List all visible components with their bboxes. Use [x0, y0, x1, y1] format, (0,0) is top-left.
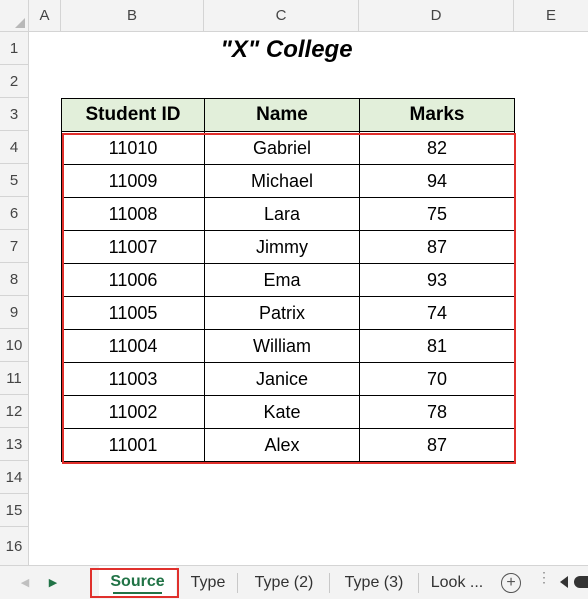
- plus-circle-icon[interactable]: +: [501, 573, 521, 593]
- row-header-6[interactable]: 6: [0, 197, 29, 230]
- cell-student-id[interactable]: 11010: [61, 131, 205, 165]
- tab-type-2[interactable]: Type (2): [238, 566, 330, 599]
- cell-marks[interactable]: 87: [359, 428, 515, 462]
- cell-student-id[interactable]: 11004: [61, 329, 205, 363]
- caret-right-icon[interactable]: ▶: [46, 575, 60, 589]
- data-table: Student ID Name Marks 11010 Gabriel 82 1…: [61, 98, 515, 462]
- tab-source[interactable]: Source: [99, 566, 176, 598]
- row-header-14[interactable]: 14: [0, 461, 29, 494]
- cell-marks[interactable]: 82: [359, 131, 515, 165]
- table-row: 11004 William 81: [61, 329, 515, 363]
- cell-student-id[interactable]: 11009: [61, 164, 205, 198]
- table-row: 11009 Michael 94: [61, 164, 515, 198]
- cell-name[interactable]: Lara: [204, 197, 360, 231]
- row-header-13[interactable]: 13: [0, 428, 29, 461]
- cell-student-id[interactable]: 11001: [61, 428, 205, 462]
- cell-marks[interactable]: 87: [359, 230, 515, 264]
- tab-type-3-label: Type (3): [344, 573, 404, 591]
- select-all-corner[interactable]: [0, 0, 29, 32]
- row-header-2[interactable]: 2: [0, 65, 29, 98]
- caret-left-icon[interactable]: ◀: [18, 575, 32, 589]
- table-row: 11007 Jimmy 87: [61, 230, 515, 264]
- row-header-3[interactable]: 3: [0, 98, 29, 131]
- table-row: 11006 Ema 93: [61, 263, 515, 297]
- spreadsheet-grid: A B C D E 1 2 3 4 5 6 7 8 9 10 11 12 13 …: [0, 0, 588, 565]
- tab-look-label: Look ...: [430, 573, 484, 591]
- cell-student-id[interactable]: 11005: [61, 296, 205, 330]
- tab-look[interactable]: Look ...: [419, 566, 495, 599]
- cell-marks[interactable]: 75: [359, 197, 515, 231]
- column-header-d[interactable]: D: [359, 0, 514, 32]
- cell-name[interactable]: Patrix: [204, 296, 360, 330]
- sheet-tab-bar: ◀ ▶ Source Type Type (2) Type (3) Look .…: [0, 565, 588, 599]
- cell-student-id[interactable]: 11006: [61, 263, 205, 297]
- cell-name[interactable]: Alex: [204, 428, 360, 462]
- table-row: 11002 Kate 78: [61, 395, 515, 429]
- row-header-7[interactable]: 7: [0, 230, 29, 263]
- header-marks[interactable]: Marks: [359, 98, 515, 132]
- tab-type[interactable]: Type: [178, 566, 238, 599]
- row-header-4[interactable]: 4: [0, 131, 29, 164]
- cell-name[interactable]: Kate: [204, 395, 360, 429]
- column-header-e[interactable]: E: [514, 0, 588, 32]
- table-row: 11003 Janice 70: [61, 362, 515, 396]
- table-row: 11001 Alex 87: [61, 428, 515, 462]
- cell-name[interactable]: Gabriel: [204, 131, 360, 165]
- row-header-12[interactable]: 12: [0, 395, 29, 428]
- row-header-9[interactable]: 9: [0, 296, 29, 329]
- tab-source-label: Source: [110, 573, 165, 590]
- row-header-16[interactable]: 16: [0, 527, 29, 565]
- table-row: 11005 Patrix 74: [61, 296, 515, 330]
- cell-marks[interactable]: 93: [359, 263, 515, 297]
- tab-type-3[interactable]: Type (3): [330, 566, 418, 599]
- table-row: 11008 Lara 75: [61, 197, 515, 231]
- row-header-11[interactable]: 11: [0, 362, 29, 395]
- header-name[interactable]: Name: [204, 98, 360, 132]
- scroll-left-icon[interactable]: [560, 576, 568, 588]
- cell-marks[interactable]: 74: [359, 296, 515, 330]
- active-tab-underline: [113, 592, 162, 594]
- cell-student-id[interactable]: 11002: [61, 395, 205, 429]
- header-student-id[interactable]: Student ID: [61, 98, 205, 132]
- column-header-a[interactable]: A: [29, 0, 61, 32]
- cell-marks[interactable]: 70: [359, 362, 515, 396]
- row-header-8[interactable]: 8: [0, 263, 29, 296]
- cell-name[interactable]: Janice: [204, 362, 360, 396]
- tab-type-label: Type: [190, 573, 226, 591]
- cell-marks[interactable]: 78: [359, 395, 515, 429]
- column-header-c[interactable]: C: [204, 0, 359, 32]
- cell-student-id[interactable]: 11008: [61, 197, 205, 231]
- cell-name[interactable]: Ema: [204, 263, 360, 297]
- tab-type-2-label: Type (2): [254, 573, 314, 591]
- cell-name[interactable]: Jimmy: [204, 230, 360, 264]
- row-header-10[interactable]: 10: [0, 329, 29, 362]
- row-header-5[interactable]: 5: [0, 164, 29, 197]
- row-header-1[interactable]: 1: [0, 32, 29, 65]
- cell-name[interactable]: Michael: [204, 164, 360, 198]
- table-row: 11010 Gabriel 82: [61, 131, 515, 165]
- cell-student-id[interactable]: 11007: [61, 230, 205, 264]
- column-header-b[interactable]: B: [61, 0, 204, 32]
- cell-name[interactable]: William: [204, 329, 360, 363]
- cell-student-id[interactable]: 11003: [61, 362, 205, 396]
- cell-marks[interactable]: 94: [359, 164, 515, 198]
- table-header-row: Student ID Name Marks: [61, 98, 515, 132]
- sheet-title[interactable]: "X" College: [61, 33, 512, 66]
- cell-marks[interactable]: 81: [359, 329, 515, 363]
- horizontal-scrollbar[interactable]: [574, 576, 588, 588]
- vertical-dots-icon[interactable]: ⋮: [537, 570, 551, 584]
- row-header-15[interactable]: 15: [0, 494, 29, 527]
